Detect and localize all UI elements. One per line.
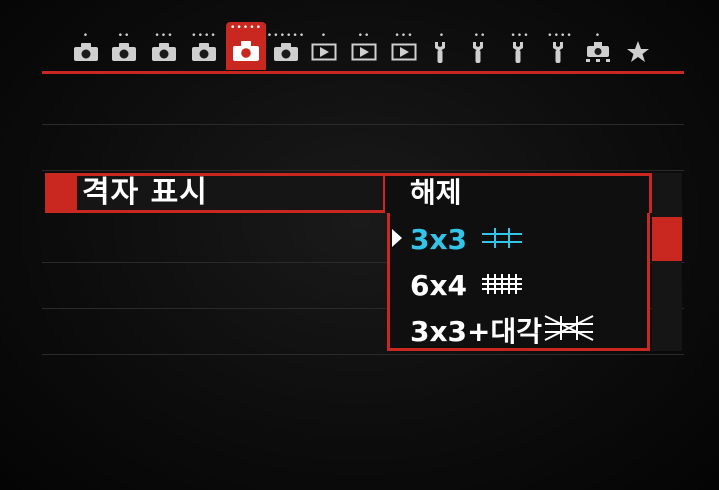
camera-menu-screen: • •• ••• •••• ••••• •••••• • •• ••• • ••… (0, 0, 719, 490)
grid-3x3-diagonal-icon (544, 312, 594, 352)
tab-dots: • (82, 31, 90, 41)
tab-dots: • (594, 31, 602, 41)
camera-icon (111, 42, 137, 66)
tab-custom[interactable]: • (582, 32, 614, 70)
tab-setup-1[interactable]: • (426, 32, 458, 70)
tab-playback-2[interactable]: •• (348, 32, 380, 70)
playback-icon (351, 42, 377, 66)
row-divider (42, 124, 684, 125)
camera-icon (191, 42, 217, 66)
tab-dots: ••• (394, 31, 414, 41)
tab-dots: •••• (547, 31, 573, 41)
tab-playback-3[interactable]: ••• (388, 32, 420, 70)
tab-dots: ••• (510, 31, 530, 41)
scrollbar-thumb[interactable] (652, 217, 682, 261)
playback-icon (391, 42, 417, 66)
tab-shooting-4[interactable]: •••• (188, 32, 220, 70)
tab-shooting-6[interactable]: •••••• (267, 32, 304, 70)
tab-dots: • (320, 31, 328, 41)
tab-shooting-1[interactable]: • (70, 32, 102, 70)
option-label: 6x4 (410, 269, 468, 302)
camera-icon (151, 42, 177, 66)
tab-shooting-5-active[interactable]: ••••• (226, 22, 266, 70)
camera-icon (73, 42, 99, 66)
wrench-icon (431, 40, 453, 68)
scroll-track (652, 173, 682, 351)
star-icon (626, 40, 650, 68)
tab-shooting-3[interactable]: ••• (148, 32, 180, 70)
tab-playback-1[interactable]: • (308, 32, 340, 70)
grid-3x3-icon (481, 220, 523, 260)
wrench-icon (549, 40, 571, 68)
grid-6x4-icon (481, 266, 523, 306)
option-grid-3x3-diagonal[interactable]: 3x3+대각 (410, 312, 594, 352)
row-divider (42, 354, 684, 355)
tab-underline (42, 71, 684, 74)
option-grid-6x4[interactable]: 6x4 (410, 266, 523, 306)
tab-dots: •• (357, 31, 371, 41)
camera-icon (232, 40, 260, 66)
tab-dots: •• (473, 31, 487, 41)
tab-shooting-2[interactable]: •• (108, 32, 140, 70)
tab-setup-4[interactable]: •••• (544, 32, 576, 70)
tab-dots: ••• (154, 31, 174, 41)
camera-icon (273, 42, 299, 66)
tab-dots: • (438, 31, 446, 41)
row-divider (42, 170, 684, 171)
tab-dots: ••••• (229, 23, 263, 33)
wrench-icon (469, 40, 491, 68)
option-label: 3x3 (410, 223, 468, 256)
option-grid-3x3[interactable]: 3x3 (410, 220, 523, 260)
custom-camera-icon (584, 40, 612, 68)
setting-label: 격자 표시 (82, 175, 208, 210)
current-value[interactable]: 해제 (410, 173, 462, 213)
tab-my-menu[interactable] (622, 38, 654, 70)
tab-dots: •••••• (266, 31, 306, 41)
menu-tab-bar: • •• ••• •••• ••••• •••••• • •• ••• • ••… (70, 14, 660, 74)
tab-dots: •••• (191, 31, 217, 41)
playback-icon (311, 42, 337, 66)
wrench-icon (509, 40, 531, 68)
tab-dots: •• (117, 31, 131, 41)
selection-cursor-icon (392, 229, 402, 247)
tab-setup-3[interactable]: ••• (504, 32, 536, 70)
option-label: 3x3+대각 (410, 315, 543, 348)
tab-setup-2[interactable]: •• (464, 32, 496, 70)
